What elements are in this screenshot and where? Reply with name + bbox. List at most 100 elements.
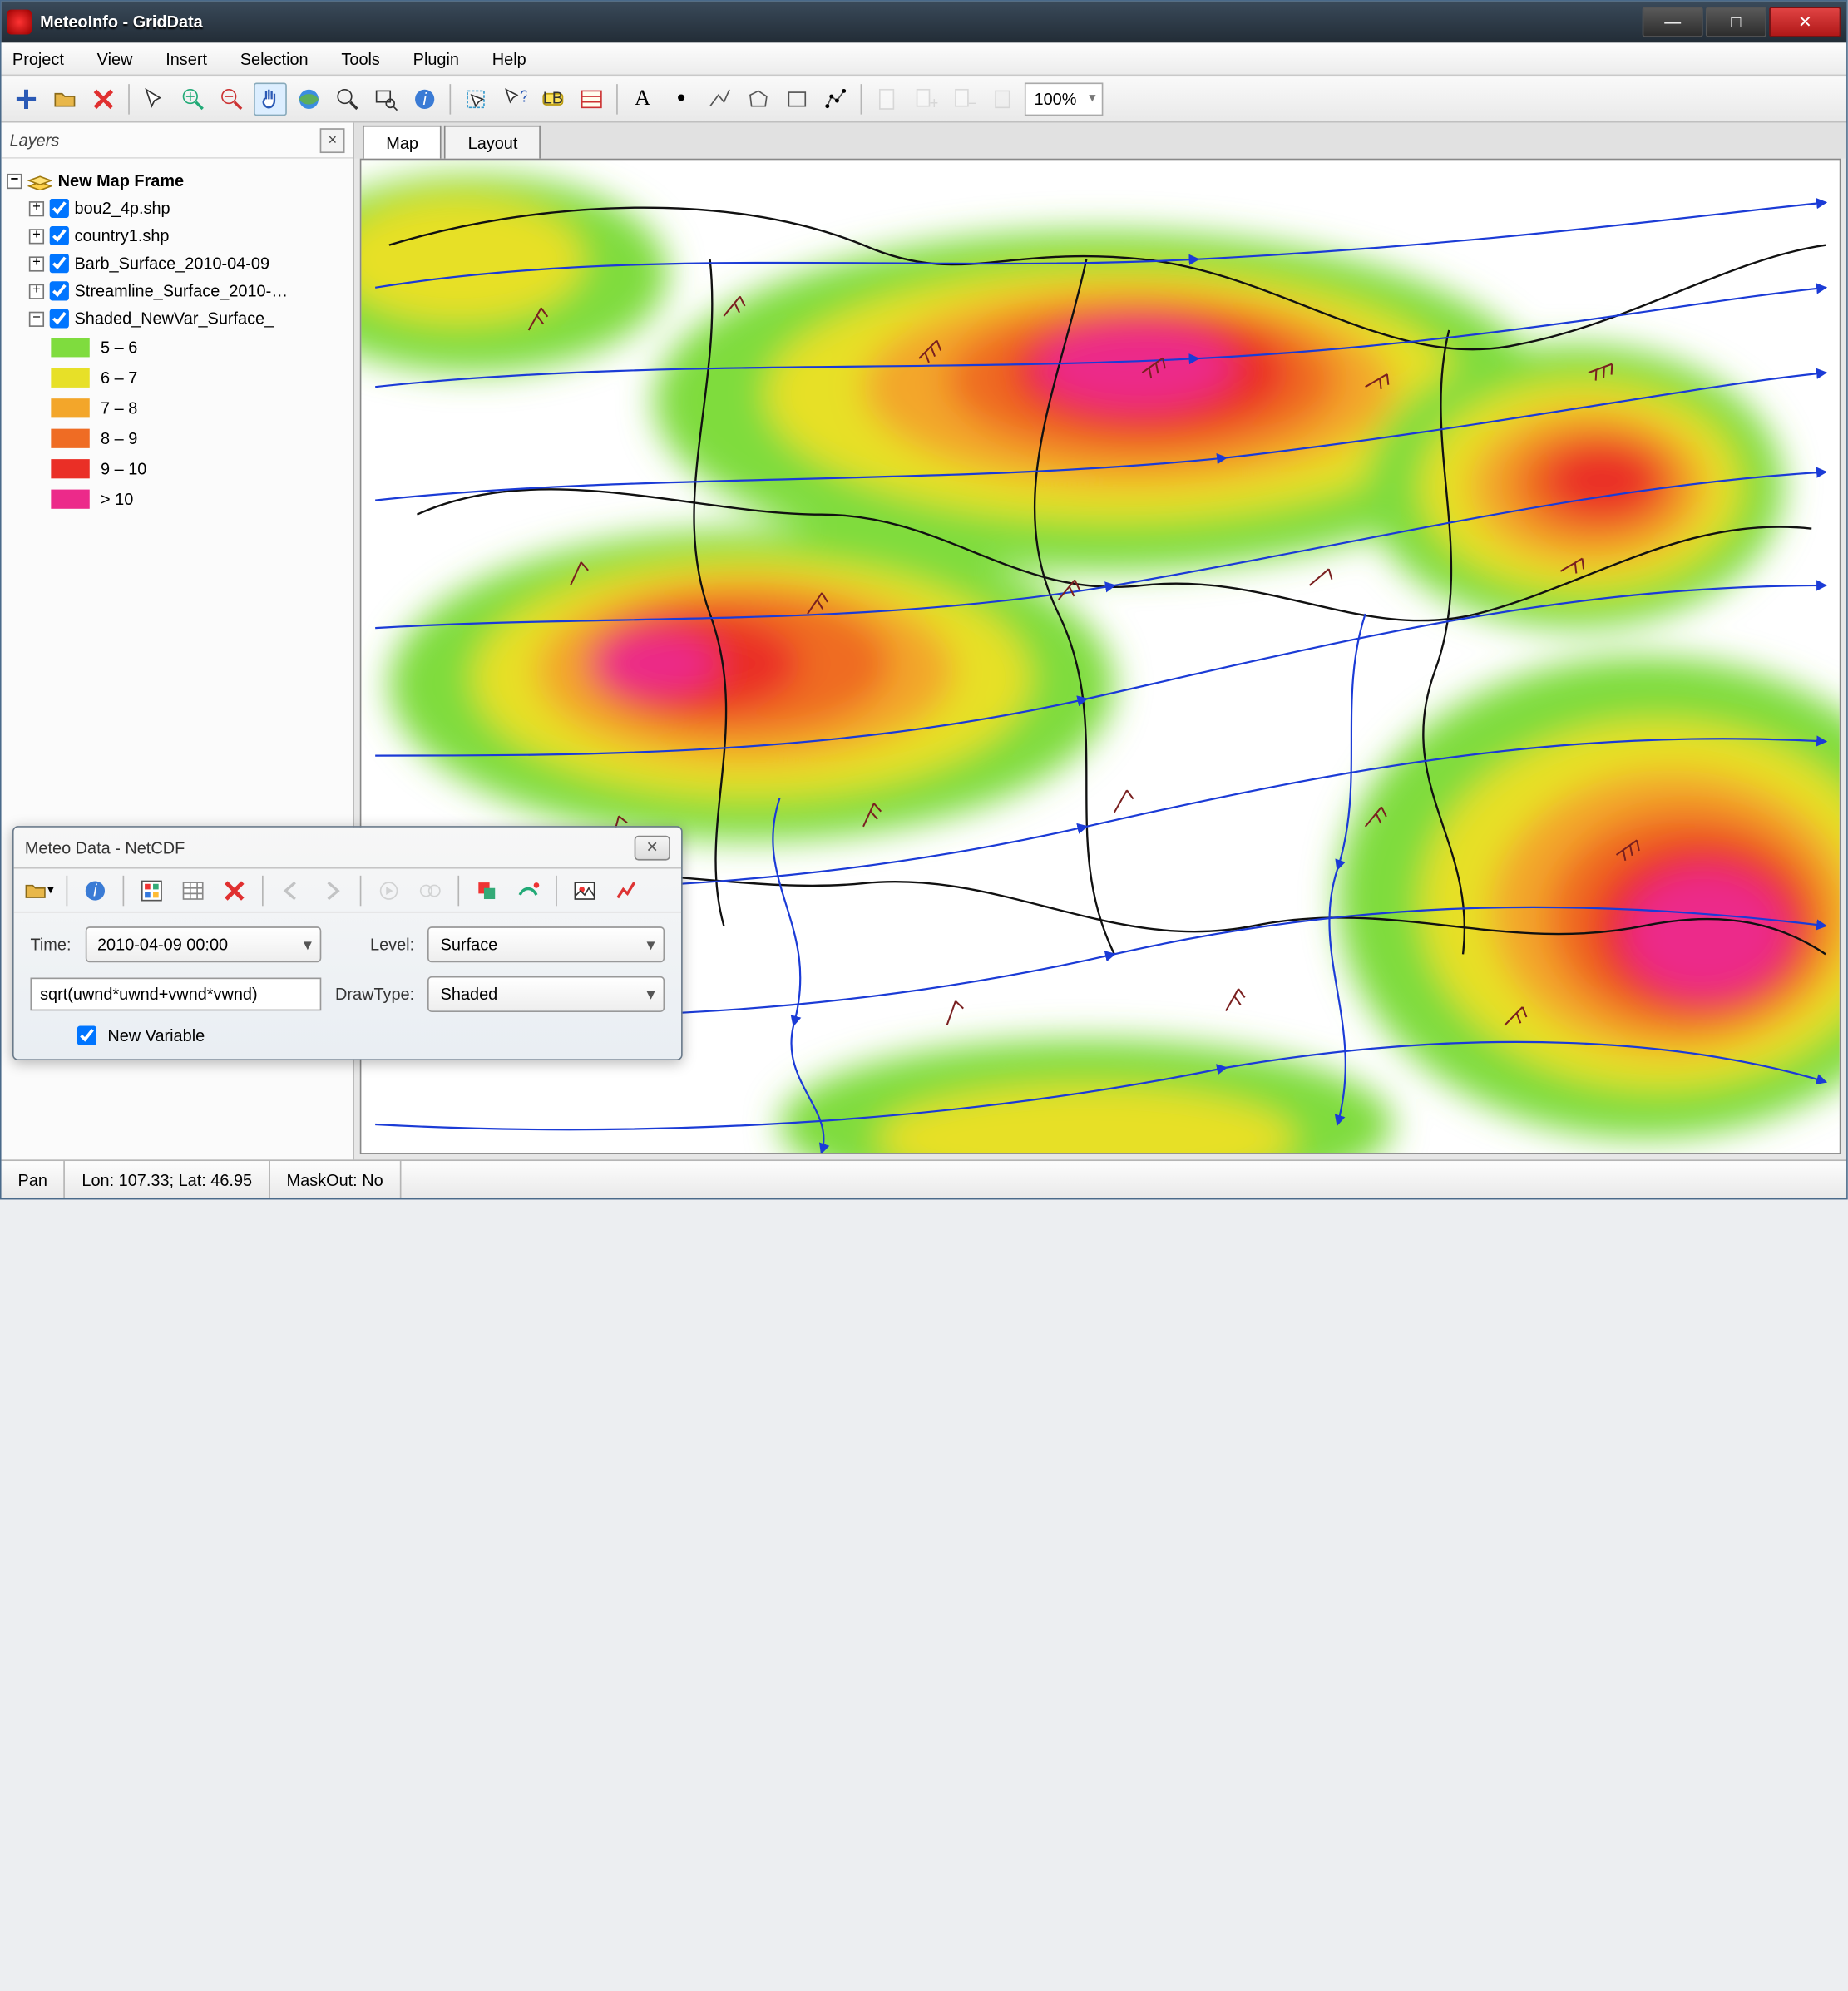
open-file-button[interactable]: ▾	[22, 873, 56, 907]
toolbar-separator	[262, 875, 264, 905]
legend-label: 8 – 9	[101, 429, 137, 448]
zoom-extent-tool[interactable]	[331, 82, 364, 116]
legend-swatch	[51, 368, 89, 388]
page-button	[870, 82, 903, 116]
layer-visible-checkbox[interactable]	[50, 254, 69, 273]
new-variable-checkbox[interactable]	[77, 1026, 96, 1045]
legend-label: 6 – 7	[101, 368, 137, 388]
layer-visible-checkbox[interactable]	[50, 309, 69, 328]
layers-close-button[interactable]: ×	[320, 127, 345, 152]
legend-item: > 10	[51, 484, 347, 514]
layer-name: country1.shp	[75, 226, 170, 245]
help-pointer-tool[interactable]: ?	[498, 82, 531, 116]
toolbar-separator	[128, 83, 130, 113]
time-select[interactable]: 2010-04-09 00:00	[85, 926, 321, 962]
layer-name: Shaded_NewVar_Surface_	[75, 309, 274, 328]
status-coords: Lon: 107.33; Lat: 46.95	[66, 1161, 270, 1198]
menu-view[interactable]: View	[97, 49, 133, 68]
menu-tools[interactable]: Tools	[341, 49, 379, 68]
close-button[interactable]: ✕	[1769, 7, 1841, 37]
collapse-icon[interactable]: −	[7, 173, 22, 188]
legend-item: 8 – 9	[51, 423, 347, 453]
dialog-toolbar: ▾ i	[14, 869, 681, 913]
delete-button[interactable]	[86, 82, 120, 116]
reshape-tool[interactable]	[819, 82, 852, 116]
svg-text:?: ?	[520, 87, 526, 106]
layer-node[interactable]: − Shaded_NewVar_Surface_	[7, 304, 348, 332]
open-button[interactable]	[48, 82, 82, 116]
layer-node[interactable]: +Barb_Surface_2010-04-09	[7, 249, 348, 277]
tab-label: Map	[386, 133, 418, 152]
minimize-button[interactable]: —	[1643, 7, 1703, 37]
expand-icon[interactable]: +	[29, 200, 44, 215]
layer-visible-checkbox[interactable]	[50, 199, 69, 218]
menu-project[interactable]: Project	[12, 49, 64, 68]
tab-layout[interactable]: Layout	[444, 126, 541, 159]
zoom-select[interactable]: 100%	[1025, 82, 1103, 116]
svg-text:i: i	[93, 882, 97, 900]
expand-icon[interactable]: +	[29, 256, 44, 271]
svg-text:−: −	[968, 94, 976, 111]
legend-swatch	[51, 398, 89, 417]
remove-button[interactable]	[218, 873, 251, 907]
rectangle-tool[interactable]	[780, 82, 813, 116]
point-annotation-tool[interactable]: •	[665, 82, 698, 116]
dialog-close-button[interactable]: ✕	[635, 835, 670, 860]
zoom-in-tool[interactable]	[176, 82, 210, 116]
text-annotation-tool[interactable]: A	[626, 82, 660, 116]
collapse-icon[interactable]: −	[29, 311, 44, 326]
map-frame-node[interactable]: − New Map Frame	[7, 167, 348, 195]
image-export-button[interactable]	[568, 873, 601, 907]
streamline-button[interactable]	[511, 873, 545, 907]
add-layer-button[interactable]	[10, 82, 43, 116]
full-extent-button[interactable]	[292, 82, 325, 116]
dialog-titlebar[interactable]: Meteo Data - NetCDF ✕	[14, 828, 681, 869]
toolbar-separator	[123, 875, 125, 905]
meteo-data-button[interactable]	[575, 82, 608, 116]
next-button	[316, 873, 349, 907]
table-button[interactable]	[176, 873, 210, 907]
layers-title: Layers	[10, 131, 60, 150]
zoom-rect-tool[interactable]	[369, 82, 403, 116]
level-select[interactable]: Surface	[428, 926, 665, 962]
drawtype-select[interactable]: Shaded	[428, 976, 665, 1012]
identify-tool[interactable]: i	[408, 82, 442, 116]
select-features-tool[interactable]	[459, 82, 492, 116]
layer-node[interactable]: +Streamline_Surface_2010-…	[7, 277, 348, 304]
menu-insert[interactable]: Insert	[166, 49, 207, 68]
zoom-out-tool[interactable]	[215, 82, 249, 116]
info-button[interactable]: i	[79, 873, 112, 907]
legend-swatch	[51, 459, 89, 478]
polyline-tool[interactable]	[704, 82, 737, 116]
pan-tool[interactable]	[254, 82, 287, 116]
expand-icon[interactable]: +	[29, 284, 44, 299]
zoom-value: 100%	[1035, 89, 1077, 108]
toolbar-separator	[450, 83, 452, 113]
pointer-tool[interactable]	[138, 82, 171, 116]
layers-stack-button[interactable]	[470, 873, 503, 907]
formula-input[interactable]: sqrt(uwnd*uwnd+vwnd*vwnd)	[30, 978, 321, 1011]
maximize-button[interactable]: □	[1706, 7, 1766, 37]
layer-visible-checkbox[interactable]	[50, 226, 69, 245]
label-tool[interactable]: LB	[536, 82, 570, 116]
app-icon	[7, 10, 32, 35]
level-label: Level:	[335, 935, 414, 954]
grid-image-button[interactable]	[135, 873, 168, 907]
meteo-data-dialog[interactable]: Meteo Data - NetCDF ✕ ▾ i Time:	[12, 826, 683, 1060]
layer-visible-checkbox[interactable]	[50, 281, 69, 300]
legend-swatch	[51, 338, 89, 357]
layer-node[interactable]: + country1.shp	[7, 222, 348, 249]
polygon-tool[interactable]	[742, 82, 775, 116]
toolbar: i ? LB A • + − 100%	[2, 76, 1846, 122]
toolbar-separator	[360, 875, 362, 905]
dialog-title: Meteo Data - NetCDF	[25, 837, 185, 857]
menu-help[interactable]: Help	[492, 49, 526, 68]
chart-button[interactable]	[610, 873, 643, 907]
menu-plugin[interactable]: Plugin	[413, 49, 459, 68]
tab-map[interactable]: Map	[363, 126, 442, 159]
menu-selection[interactable]: Selection	[240, 49, 309, 68]
expand-icon[interactable]: +	[29, 228, 44, 243]
layer-node[interactable]: +bou2_4p.shp	[7, 195, 348, 222]
legend-label: 5 – 6	[101, 338, 137, 357]
frame-icon	[27, 171, 52, 190]
